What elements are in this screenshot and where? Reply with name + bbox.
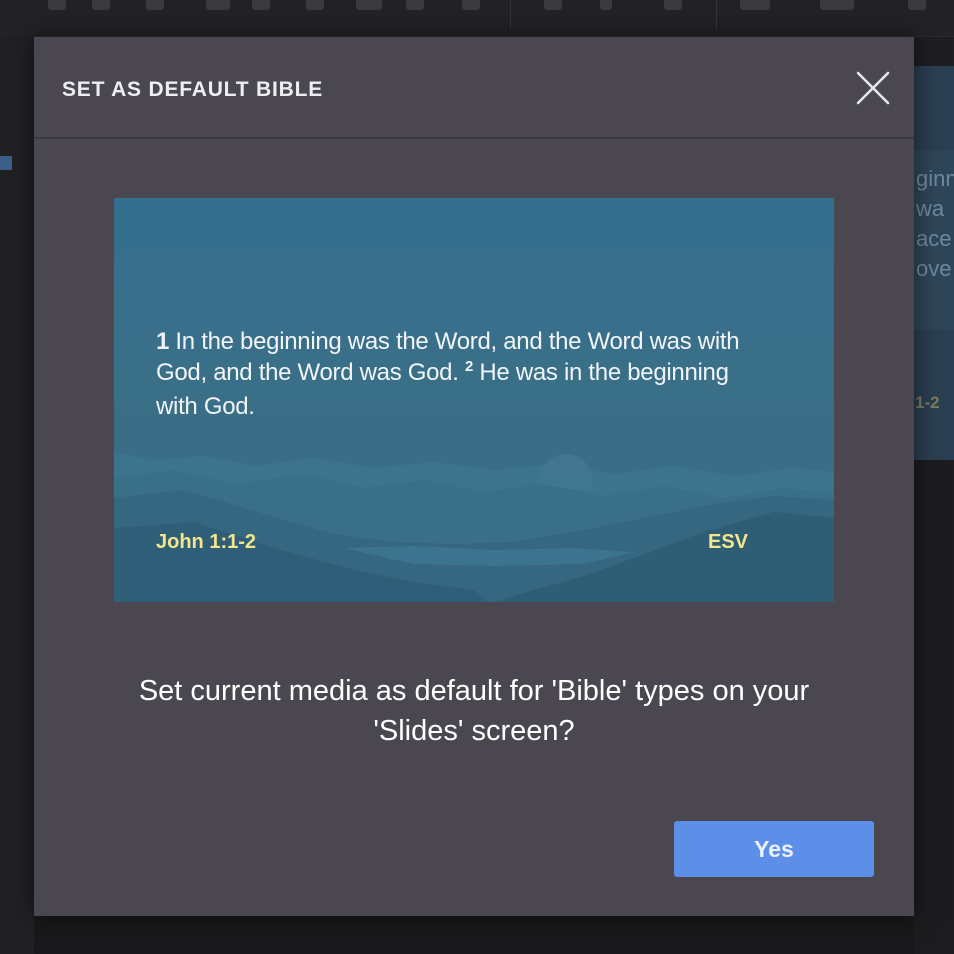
background-peek-reference: 1-2	[915, 393, 940, 412]
verse-text: 1 In the beginning was the Word, and the…	[156, 326, 776, 422]
background-peek-text: ginn	[916, 166, 954, 191]
background-bottom-edge	[34, 916, 914, 954]
bible-version: ESV	[708, 531, 749, 553]
toolbar-tool	[600, 0, 612, 10]
toolbar-tool	[406, 0, 424, 10]
toolbar-tool	[306, 0, 324, 10]
verse-reference: John 1:1-2	[156, 531, 257, 553]
set-default-bible-dialog: SET AS DEFAULT BIBLE 1 In the beginning …	[34, 37, 914, 916]
background-toolbar	[0, 0, 954, 37]
yes-button[interactable]: Yes	[674, 821, 874, 877]
verse-number: 1	[156, 328, 170, 355]
toolbar-tool	[544, 0, 562, 10]
toolbar-tool	[664, 0, 682, 10]
confirmation-question: Set current media as default for 'Bible'…	[138, 675, 810, 747]
close-icon	[856, 71, 890, 105]
toolbar-tool	[462, 0, 480, 10]
toolbar-tool	[908, 0, 926, 10]
toolbar-tool	[820, 0, 854, 10]
toolbar-divider	[716, 0, 717, 30]
toolbar-tool	[740, 0, 770, 10]
background-left-accent	[0, 156, 12, 170]
background-peek-text: wa	[916, 196, 945, 221]
dialog-header: SET AS DEFAULT BIBLE	[34, 37, 914, 139]
toolbar-tool	[356, 0, 382, 10]
close-button[interactable]	[852, 67, 894, 109]
toolbar-tool	[48, 0, 66, 10]
background-slide-text-area: ginn wa ace ove	[914, 150, 954, 330]
dialog-title: SET AS DEFAULT BIBLE	[62, 78, 324, 101]
toolbar-tool	[206, 0, 230, 10]
verse-number: 2	[464, 358, 474, 375]
background-left-panel	[0, 36, 34, 954]
background-peek-text: ove	[916, 256, 952, 281]
toolbar-tool	[92, 0, 110, 10]
bible-slide-preview: 1 In the beginning was the Word, and the…	[114, 198, 834, 602]
toolbar-tool	[252, 0, 270, 10]
toolbar-divider	[510, 0, 511, 30]
background-peek-text: ace	[916, 226, 952, 251]
toolbar-tool	[146, 0, 164, 10]
background-right-lower	[914, 460, 954, 954]
